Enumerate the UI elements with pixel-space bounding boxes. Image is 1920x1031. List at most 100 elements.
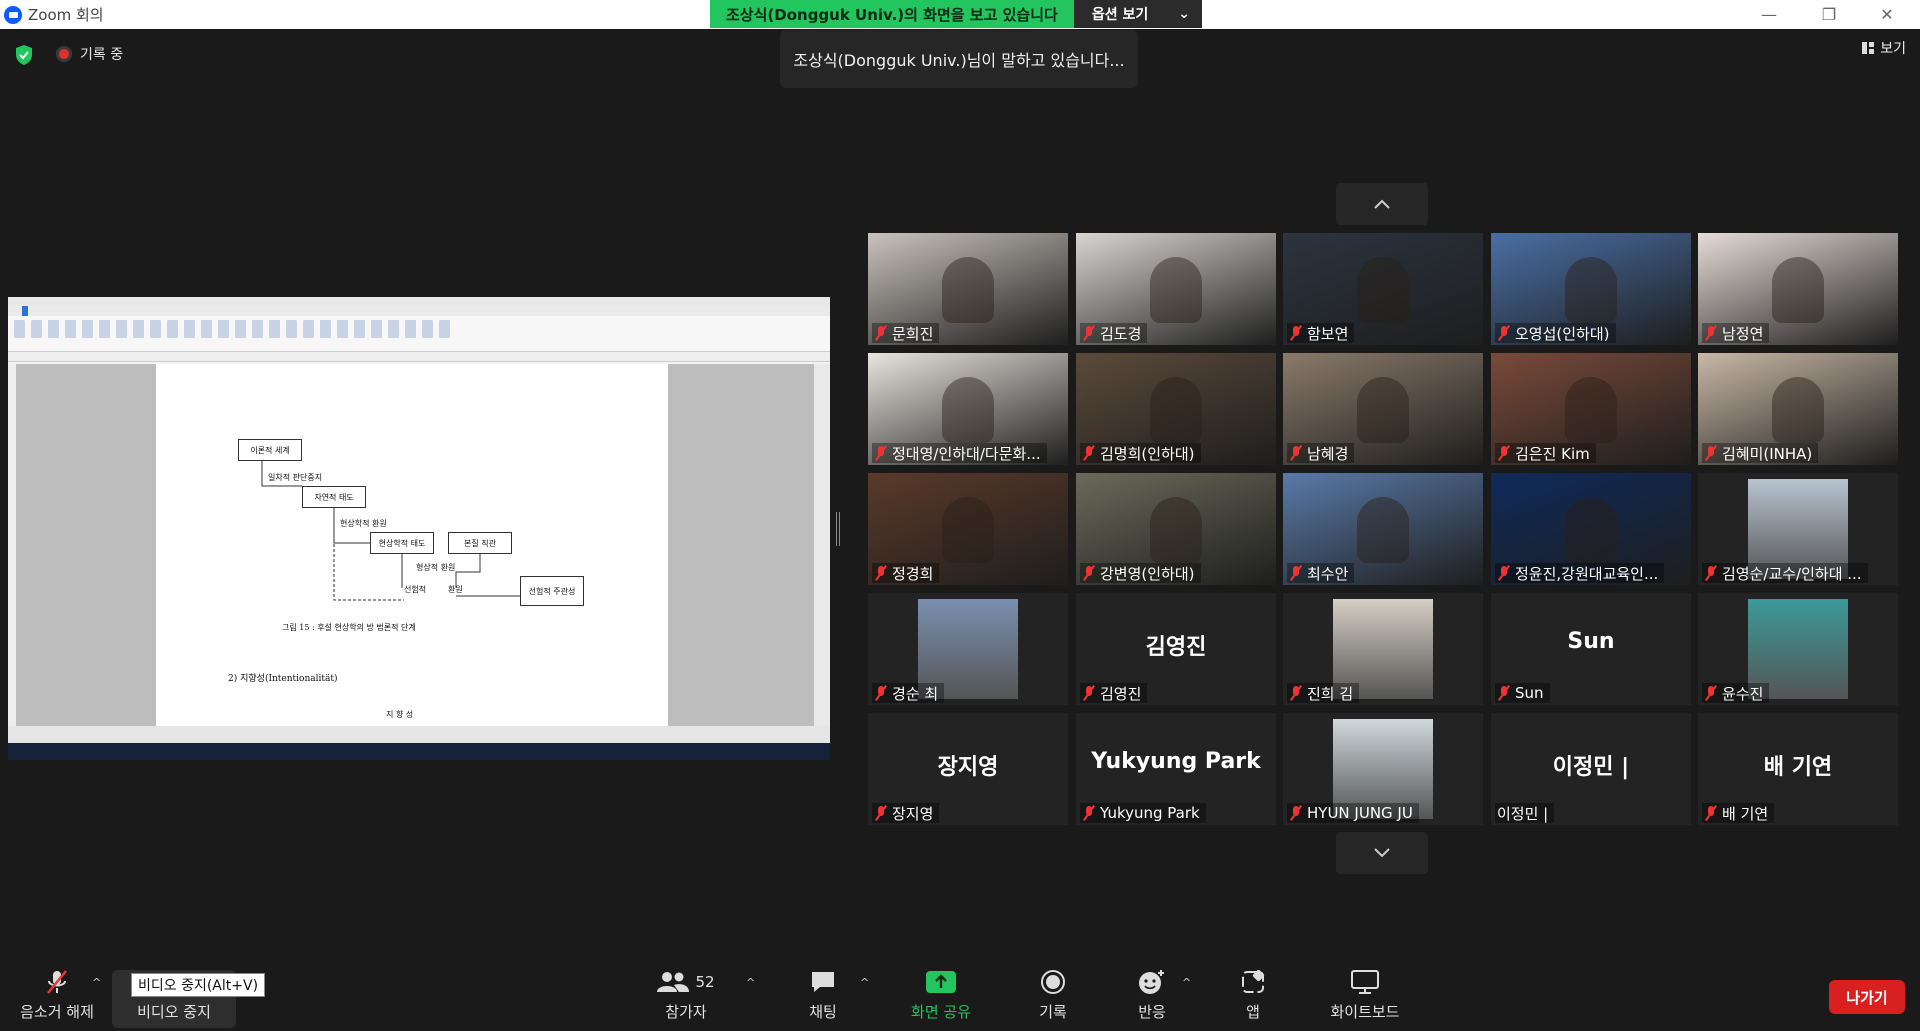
mic-muted-icon bbox=[1289, 685, 1303, 701]
speaking-notice: 조상식(Dongguk Univ.)님이 말하고 있습니다... bbox=[780, 30, 1138, 88]
participant-tile[interactable]: 김영순/교수/인하대 ... bbox=[1698, 473, 1898, 585]
mic-muted-icon bbox=[1082, 565, 1096, 581]
participant-name: 윤수진 bbox=[1722, 684, 1764, 703]
participant-tile[interactable]: 함보연 bbox=[1283, 233, 1483, 345]
participant-silhouette bbox=[1565, 377, 1617, 443]
participant-tile[interactable]: 이정민 | 이정민 | bbox=[1491, 713, 1691, 825]
participant-silhouette bbox=[1150, 377, 1202, 443]
participant-silhouette bbox=[1565, 257, 1617, 323]
participant-name: 문희진 bbox=[892, 324, 934, 343]
layout-icon bbox=[1862, 42, 1875, 54]
mic-muted-icon bbox=[1497, 445, 1511, 461]
participants-options-caret[interactable]: ^ bbox=[746, 976, 756, 989]
mic-muted-icon bbox=[1704, 685, 1718, 701]
shared-statusbar bbox=[8, 726, 830, 743]
participant-tile[interactable]: 정대영/인하대/다문화... bbox=[868, 353, 1068, 465]
participant-tile[interactable]: 배 기연 배 기연 bbox=[1698, 713, 1898, 825]
participant-silhouette bbox=[1772, 257, 1824, 323]
participant-tile[interactable]: 김도경 bbox=[1076, 233, 1276, 345]
participant-name: Sun bbox=[1515, 684, 1544, 702]
participant-tile[interactable]: 강변영(인하대) bbox=[1076, 473, 1276, 585]
close-button[interactable]: ✕ bbox=[1858, 0, 1916, 29]
participant-display-name: 장지영 bbox=[937, 755, 999, 780]
participant-tile[interactable]: 정윤진,강원대교육인... bbox=[1491, 473, 1691, 585]
shared-screen[interactable]: 이론적 세계 일차적 판단중지 자연적 태도 현상학적 환원 현상학적 태도 본… bbox=[8, 297, 830, 760]
participant-tile[interactable]: Yukyung Park Yukyung Park bbox=[1076, 713, 1276, 825]
participant-gallery: 문희진 김도경 함보연 오영섭(인하대) 남정연정대영/인하대/다문화... 김명희(인하… bbox=[868, 233, 1899, 825]
participant-tile[interactable]: 문희진 bbox=[868, 233, 1068, 345]
speaking-text: 조상식(Dongguk Univ.)님이 말하고 있습니다... bbox=[793, 51, 1125, 70]
chat-options-caret[interactable]: ^ bbox=[860, 976, 870, 989]
participant-name: 장지영 bbox=[892, 804, 934, 823]
shared-taskbar bbox=[8, 743, 830, 760]
participant-name: 김영순/교수/인하대 ... bbox=[1722, 564, 1862, 583]
unmute-button[interactable]: 음소거 해제 bbox=[14, 960, 100, 1031]
audio-options-caret[interactable]: ^ bbox=[92, 976, 102, 989]
participants-button[interactable]: 52 참가자 bbox=[650, 960, 722, 1031]
security-shield-icon[interactable] bbox=[14, 44, 34, 66]
share-banner: 조상식(Dongguk Univ.)의 화면을 보고 있습니다 옵션 보기 ⌄ bbox=[710, 0, 1202, 28]
participant-name: 김은진 Kim bbox=[1515, 444, 1590, 463]
arc-label: 지 향 성 bbox=[386, 710, 414, 719]
chat-button[interactable]: 채팅 bbox=[788, 960, 858, 1031]
participant-tile[interactable]: 오영섭(인하대) bbox=[1491, 233, 1691, 345]
splitter-handle[interactable] bbox=[836, 512, 840, 546]
gallery-next-page-button[interactable] bbox=[1336, 832, 1428, 874]
participant-name-tag: 장지영 bbox=[872, 803, 940, 823]
apps-button[interactable]: 앱 bbox=[1226, 960, 1280, 1031]
reactions-button[interactable]: 반응 bbox=[1124, 960, 1180, 1031]
mic-muted-icon bbox=[47, 970, 67, 994]
participant-name: 김명희(인하대) bbox=[1100, 444, 1195, 463]
participant-name: 함보연 bbox=[1307, 324, 1349, 343]
minimize-button[interactable]: — bbox=[1740, 0, 1798, 29]
mic-muted-icon bbox=[1497, 565, 1511, 581]
view-options-button[interactable]: 옵션 보기 ⌄ bbox=[1073, 0, 1202, 28]
participant-tile[interactable]: 최수안 bbox=[1283, 473, 1483, 585]
mic-muted-icon bbox=[1497, 325, 1511, 341]
participant-display-name: Yukyung Park bbox=[1091, 749, 1261, 774]
participant-name: 남혜경 bbox=[1307, 444, 1349, 463]
recording-indicator[interactable]: 기록 중 bbox=[56, 44, 123, 64]
participant-tile[interactable]: 장지영 장지영 bbox=[868, 713, 1068, 825]
chat-icon bbox=[812, 972, 834, 992]
whiteboard-button[interactable]: 화이트보드 bbox=[1320, 960, 1410, 1031]
participant-name-tag: 경순 최 bbox=[872, 683, 945, 703]
participant-name-tag: 함보연 bbox=[1287, 323, 1355, 343]
reactions-options-caret[interactable]: ^ bbox=[1182, 976, 1192, 989]
participant-tile[interactable]: Sun Sun bbox=[1491, 593, 1691, 705]
mic-muted-icon bbox=[874, 565, 888, 581]
share-screen-button[interactable]: 화면 공유 bbox=[900, 960, 982, 1031]
participant-silhouette bbox=[1150, 257, 1202, 323]
participant-name-tag: 김혜미(INHA) bbox=[1702, 443, 1819, 463]
participant-name-tag: 김명희(인하대) bbox=[1080, 443, 1201, 463]
reactions-label: 반응 bbox=[1138, 1003, 1166, 1021]
participant-tile[interactable]: 진희 김 bbox=[1283, 593, 1483, 705]
participant-display-name: 배 기연 bbox=[1763, 755, 1833, 780]
apps-icon bbox=[1242, 969, 1265, 993]
view-button[interactable]: 보기 bbox=[1861, 38, 1906, 58]
shared-doc-area: 이론적 세계 일차적 판단중지 자연적 태도 현상학적 환원 현상학적 태도 본… bbox=[8, 364, 830, 726]
participant-tile[interactable]: 정경희 bbox=[868, 473, 1068, 585]
participant-tile[interactable]: 김은진 Kim bbox=[1491, 353, 1691, 465]
participant-name-tag: HYUN JUNG JU bbox=[1287, 803, 1419, 823]
gallery-prev-page-button[interactable] bbox=[1336, 183, 1428, 225]
participant-tile[interactable]: 김혜미(INHA) bbox=[1698, 353, 1898, 465]
participant-name-tag: Yukyung Park bbox=[1080, 803, 1206, 823]
leave-button[interactable]: 나가기 bbox=[1829, 980, 1905, 1014]
participant-tile[interactable]: HYUN JUNG JU bbox=[1283, 713, 1483, 825]
stop-video-tooltip: 비디오 중지(Alt+V) bbox=[131, 973, 266, 997]
mic-muted-icon bbox=[1704, 565, 1718, 581]
share-screen-icon bbox=[926, 971, 956, 993]
participant-tile[interactable]: 윤수진 bbox=[1698, 593, 1898, 705]
participant-tile[interactable]: 경순 최 bbox=[868, 593, 1068, 705]
mic-muted-icon bbox=[874, 325, 888, 341]
record-button[interactable]: 기록 bbox=[1020, 960, 1086, 1031]
participant-tile[interactable]: 김영진 김영진 bbox=[1076, 593, 1276, 705]
participant-tile[interactable]: 남혜경 bbox=[1283, 353, 1483, 465]
mic-muted-icon bbox=[1289, 445, 1303, 461]
restore-button[interactable]: ❐ bbox=[1800, 0, 1858, 29]
mic-muted-icon bbox=[1082, 685, 1096, 701]
participant-tile[interactable]: 남정연 bbox=[1698, 233, 1898, 345]
participant-name-tag: 남정연 bbox=[1702, 323, 1770, 343]
participant-tile[interactable]: 김명희(인하대) bbox=[1076, 353, 1276, 465]
